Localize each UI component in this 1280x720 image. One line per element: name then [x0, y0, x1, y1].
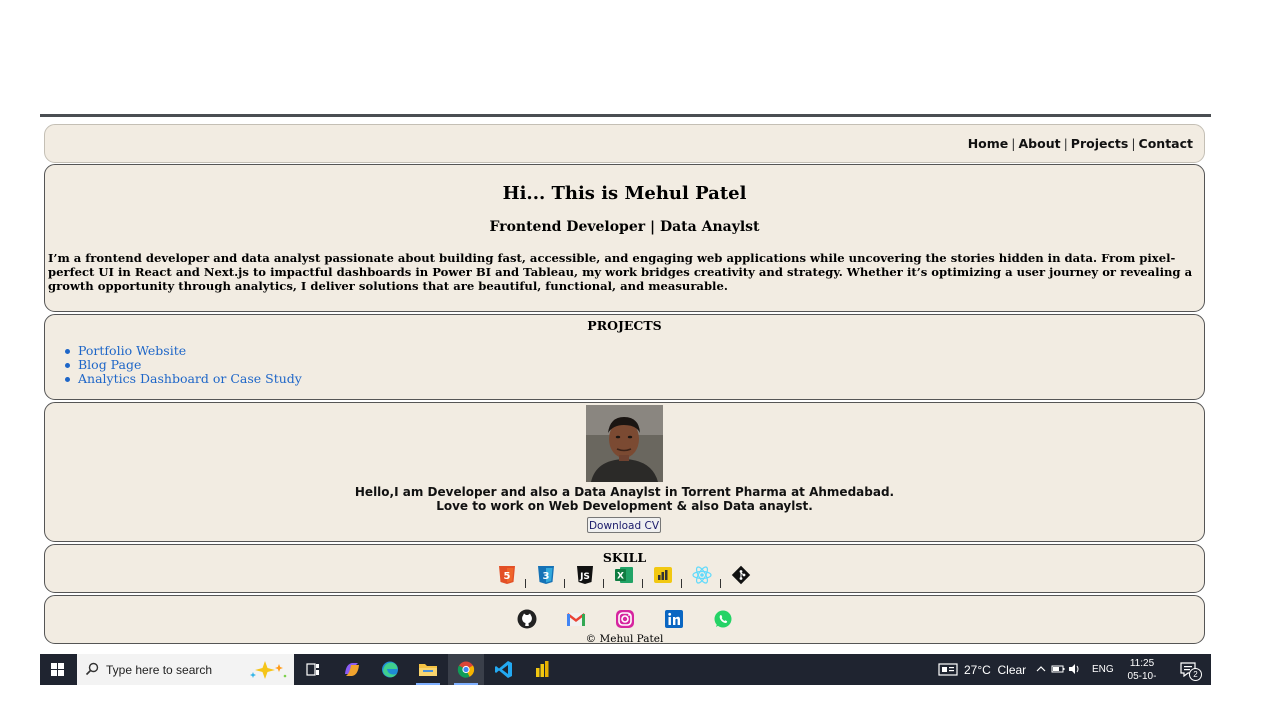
html5-icon: 5	[497, 565, 517, 585]
nav-link-contact[interactable]: Contact	[1139, 136, 1193, 151]
whatsapp-icon[interactable]	[713, 609, 733, 629]
github-icon[interactable]	[517, 609, 537, 629]
nav-bar: Home | About | Projects | Contact	[44, 124, 1205, 163]
nav-links: Home | About | Projects | Contact	[968, 136, 1193, 151]
skill-separator	[564, 579, 565, 588]
search-icon	[85, 662, 99, 676]
about-line-2: Love to work on Web Development & also D…	[436, 499, 813, 513]
search-placeholder: Type here to search	[106, 663, 213, 677]
project-link-blog[interactable]: Blog Page	[65, 358, 302, 372]
project-link-analytics[interactable]: Analytics Dashboard or Case Study	[65, 372, 302, 386]
weather-icon	[938, 663, 958, 676]
system-tray-icons	[1036, 654, 1096, 685]
projects-title: PROJECTS	[587, 318, 662, 333]
powerbi-icon	[653, 565, 673, 585]
nav-link-about[interactable]: About	[1018, 136, 1060, 151]
skills-section: SKILL 5 3 JS X	[44, 544, 1205, 593]
project-link-portfolio[interactable]: Portfolio Website	[65, 344, 302, 358]
download-cv-button[interactable]: Download CV	[587, 517, 661, 533]
nav-link-projects[interactable]: Projects	[1071, 136, 1129, 151]
browser-viewport: Home | About | Projects | Contact Hi... This i…	[40, 114, 1211, 685]
profile-photo	[586, 405, 663, 482]
clock-time: 11:25	[1129, 658, 1155, 669]
svg-text:5: 5	[504, 571, 511, 582]
excel-icon: X	[614, 565, 634, 585]
skill-separator	[525, 579, 526, 588]
about-line-1: Hello,I am Developer and also a Data Ana…	[354, 485, 895, 499]
notification-center-icon[interactable]: 2	[1178, 654, 1204, 685]
vscode-icon[interactable]	[486, 654, 522, 685]
skill-separator	[603, 579, 604, 588]
instagram-icon[interactable]	[615, 609, 635, 629]
projects-list: Portfolio Website Blog Page Analytics Da…	[65, 344, 302, 386]
task-view-icon[interactable]	[295, 654, 331, 685]
clock-date: 05-10-2025	[1127, 671, 1157, 685]
windows-taskbar: Type here to search 27°C Clear ENG 11:25…	[40, 654, 1211, 685]
css3-icon: 3	[536, 565, 556, 585]
nav-link-home[interactable]: Home	[968, 136, 1009, 151]
portfolio-page: Home | About | Projects | Contact Hi... This i…	[40, 117, 1211, 654]
git-icon	[731, 565, 751, 585]
about-section: Hello,I am Developer and also a Data Ana…	[44, 402, 1205, 542]
nav-separator: |	[1063, 136, 1068, 151]
hero-title: Hi... This is Mehul Patel	[502, 183, 747, 204]
svg-text:JS: JS	[579, 572, 590, 582]
svg-text:3: 3	[543, 571, 550, 582]
skill-separator	[681, 579, 682, 588]
copyright-text: © Mehul Patel	[585, 633, 664, 645]
javascript-icon: JS	[575, 565, 595, 585]
taskbar-search-box[interactable]: Type here to search	[77, 654, 294, 685]
nav-separator: |	[1011, 136, 1016, 151]
skills-title: SKILL	[602, 550, 647, 565]
start-button[interactable]	[40, 654, 75, 685]
notification-count-badge: 2	[1189, 668, 1202, 681]
copilot-sparkle-icon	[250, 661, 287, 679]
powerbi-app-icon[interactable]	[524, 654, 560, 685]
edge-icon[interactable]	[372, 654, 408, 685]
projects-section: PROJECTS Portfolio Website Blog Page Ana…	[44, 314, 1205, 400]
about-text: Hello,I am Developer and also a Data Ana…	[45, 485, 1204, 513]
react-icon	[692, 565, 712, 585]
language-text: ENG	[1092, 664, 1114, 675]
volume-icon[interactable]	[1068, 663, 1082, 675]
chrome-icon[interactable]	[448, 654, 484, 685]
language-indicator[interactable]: ENG	[1092, 654, 1118, 685]
footer-section: © Mehul Patel	[44, 595, 1205, 645]
windows-logo-icon	[51, 663, 64, 676]
skill-separator	[720, 579, 721, 588]
file-explorer-icon[interactable]	[410, 654, 446, 685]
nav-separator: |	[1131, 136, 1136, 151]
hero-section: Hi... This is Mehul Patel Frontend Devel…	[44, 164, 1205, 312]
gmail-icon[interactable]	[566, 609, 586, 629]
linkedin-icon[interactable]	[664, 609, 684, 629]
hero-subtitle: Frontend Developer | Data Anaylst	[489, 219, 760, 235]
weather-widget[interactable]: 27°C Clear	[938, 654, 1026, 685]
battery-icon[interactable]	[1051, 664, 1065, 674]
chevron-up-icon[interactable]	[1036, 664, 1046, 674]
weather-text: 27°C Clear	[964, 663, 1027, 677]
copilot-icon[interactable]	[334, 654, 370, 685]
skill-separator	[642, 579, 643, 588]
hero-intro: I’m a frontend developer and data analys…	[48, 251, 1193, 293]
taskbar-clock[interactable]: 11:25 05-10-2025	[1117, 657, 1167, 685]
svg-text:X: X	[617, 572, 624, 582]
